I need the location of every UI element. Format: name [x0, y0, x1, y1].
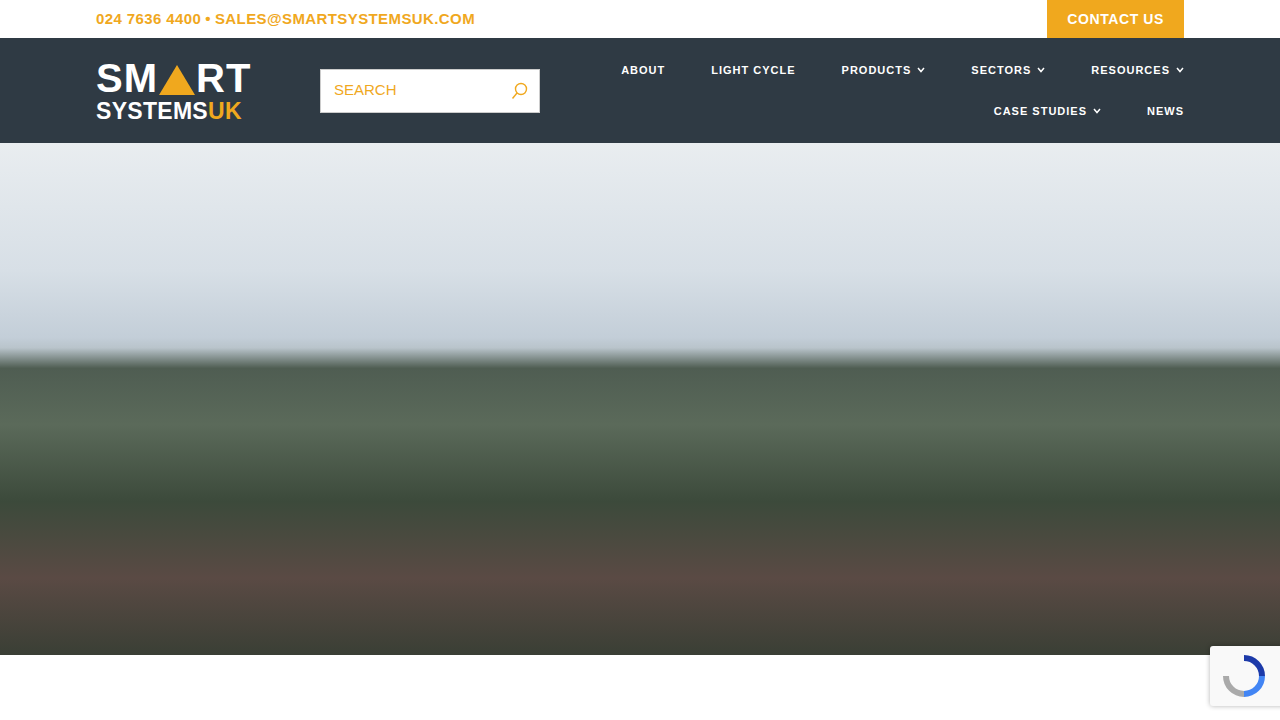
- chevron-down-icon: [1037, 67, 1045, 73]
- top-bar: 024 7636 4400•SALES@SMARTSYSTEMSUK.COM CO…: [0, 0, 1280, 38]
- site-logo[interactable]: SMRTSYSTEMSUK: [96, 58, 274, 123]
- separator: •: [205, 8, 211, 31]
- menu-item[interactable]: RESOURCES: [1045, 50, 1184, 91]
- recaptcha-icon: [1222, 654, 1266, 698]
- menu-item[interactable]: CASE STUDIES: [948, 91, 1101, 132]
- chevron-down-icon: [1176, 67, 1184, 73]
- menu-item[interactable]: PRODUCTS: [796, 50, 926, 91]
- chevron-down-icon: [917, 67, 925, 73]
- phone-number[interactable]: 024 7636 4400: [96, 8, 201, 31]
- search-box: [320, 69, 540, 113]
- email-address[interactable]: SALES@SMARTSYSTEMSUK.COM: [215, 8, 475, 31]
- chevron-down-icon: [1093, 108, 1101, 114]
- menu-item[interactable]: ABOUT: [575, 50, 665, 91]
- search-icon: [511, 82, 529, 100]
- search-input[interactable]: [321, 79, 511, 102]
- recaptcha-badge[interactable]: [1210, 646, 1280, 706]
- menu-item[interactable]: SECTORS: [925, 50, 1045, 91]
- menu-row: ABOUTLIGHT CYCLEPRODUCTSSECTORSRESOURCES: [575, 50, 1184, 91]
- menu: ABOUTLIGHT CYCLEPRODUCTSSECTORSRESOURCES…: [575, 50, 1184, 131]
- menu-row: CASE STUDIESNEWS: [948, 91, 1184, 132]
- contact-button[interactable]: CONTACT US: [1047, 0, 1184, 38]
- menu-item[interactable]: LIGHT CYCLE: [665, 50, 795, 91]
- menu-item[interactable]: NEWS: [1101, 91, 1184, 132]
- logo-triangle-icon: [159, 65, 195, 95]
- main-navigation: SMRTSYSTEMSUK ABOUTLIGHT CYCLEPRODUCTSSEC…: [0, 38, 1280, 143]
- hero-video: [0, 143, 1280, 655]
- contact-info: 024 7636 4400•SALES@SMARTSYSTEMSUK.COM: [96, 8, 475, 31]
